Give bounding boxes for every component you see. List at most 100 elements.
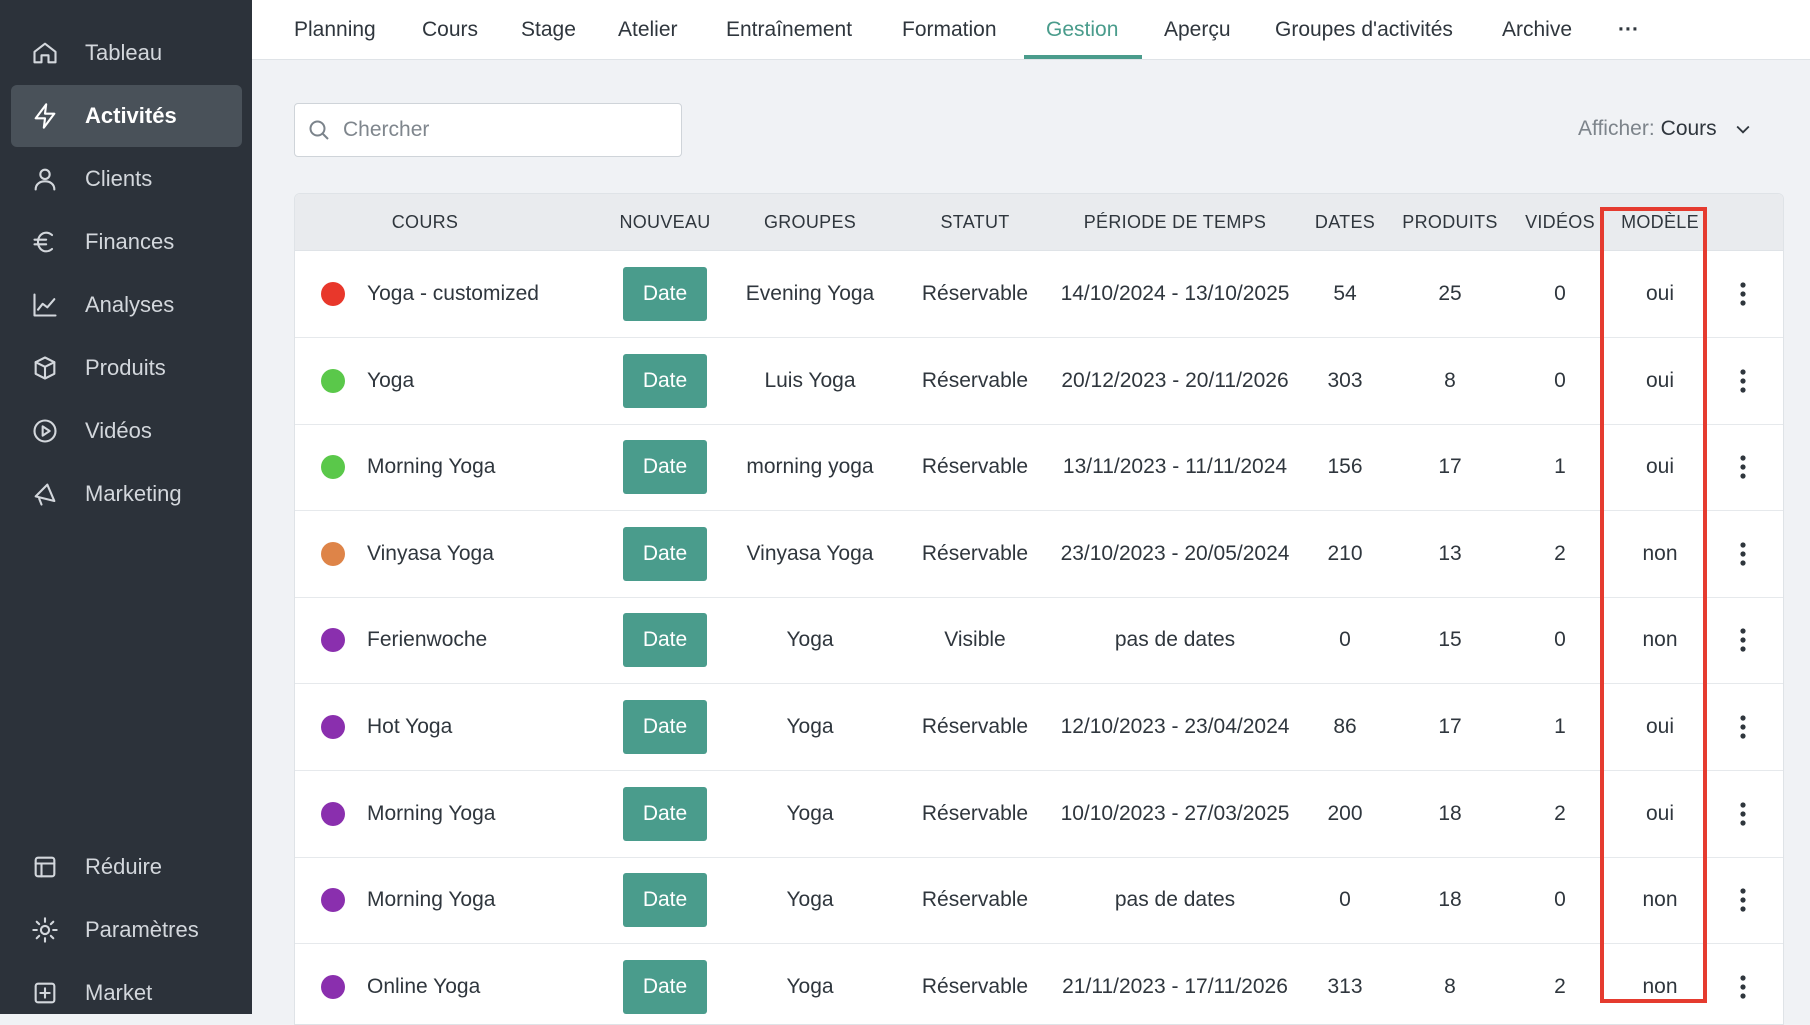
color-dot	[321, 974, 345, 999]
table-row[interactable]: Online Yoga Date Yoga Réservable 21/11/2023 …	[295, 944, 1783, 1024]
row-menu-kebab-icon[interactable]	[1729, 366, 1757, 396]
cell-groupes: Evening Yoga	[745, 282, 875, 305]
cell-videos: 1	[1554, 715, 1566, 738]
cell-statut: Réservable	[921, 888, 1029, 912]
sidebar-item-videos[interactable]: Vidéos	[11, 400, 242, 462]
header-modele[interactable]: MODÈLE	[1605, 194, 1715, 250]
cell-cours: Ferienwoche	[321, 597, 611, 683]
course-name[interactable]: Morning Yoga	[367, 802, 495, 826]
cell-cours: Yoga - customized	[321, 251, 611, 337]
sidebar-item-tableau[interactable]: Tableau	[11, 22, 242, 84]
search-box	[294, 103, 682, 157]
sidebar-item-analyses[interactable]: Analyses	[11, 274, 242, 336]
row-menu-kebab-icon[interactable]	[1729, 972, 1757, 1002]
sidebar-item-parametres[interactable]: Paramètres	[11, 899, 242, 961]
tab-planning[interactable]: Planning	[294, 0, 376, 59]
table-row[interactable]: Vinyasa Yoga Date Vinyasa Yoga Réservable 23…	[295, 511, 1783, 598]
table-row[interactable]: Morning Yoga Date Yoga Réservable 10/10/2023…	[295, 771, 1783, 858]
header-groupes[interactable]: GROUPES	[725, 194, 895, 250]
header-produits[interactable]: PRODUITS	[1395, 194, 1505, 250]
tab-entrainement[interactable]: Entraînement	[726, 0, 852, 59]
course-name[interactable]: Morning Yoga	[367, 888, 495, 912]
cell-statut: Réservable	[921, 974, 1029, 998]
row-menu-kebab-icon[interactable]	[1729, 625, 1757, 655]
new-date-button[interactable]: Date	[623, 526, 707, 581]
color-dot	[321, 368, 345, 393]
cell-produits: 15	[1438, 628, 1462, 652]
sidebar-item-clients[interactable]: Clients	[11, 148, 242, 210]
new-date-button[interactable]: Date	[623, 267, 707, 321]
course-name[interactable]: Online Yoga	[367, 975, 480, 999]
tab-apercu[interactable]: Aperçu	[1164, 0, 1231, 59]
cell-dates: 86	[1333, 715, 1357, 738]
header-dates[interactable]: DATES	[1295, 194, 1395, 250]
sidebar-item-produits[interactable]: Produits	[11, 337, 242, 399]
row-menu-kebab-icon[interactable]	[1729, 452, 1757, 482]
cell-dates: 303	[1327, 368, 1363, 392]
tab-formation[interactable]: Formation	[902, 0, 997, 59]
tab-stage[interactable]: Stage	[521, 0, 576, 59]
table-row[interactable]: Ferienwoche Date Yoga Visible pas de dates 0 1…	[295, 597, 1783, 685]
new-date-button[interactable]: Date	[623, 353, 707, 408]
color-dot	[321, 282, 345, 306]
header-statut[interactable]: STATUT	[895, 194, 1055, 250]
course-name[interactable]: Yoga - customized	[367, 282, 539, 306]
cell-groupes: Yoga	[786, 801, 834, 825]
course-name[interactable]: Hot Yoga	[367, 715, 452, 739]
cell-modele: non	[1642, 888, 1678, 912]
sidebar-item-market[interactable]: Market	[11, 962, 242, 1024]
sidebar-item-reduire[interactable]: Réduire	[11, 836, 242, 898]
new-date-button[interactable]: Date	[623, 440, 707, 495]
course-name[interactable]: Morning Yoga	[367, 455, 495, 479]
course-name[interactable]: Ferienwoche	[367, 628, 487, 652]
top-tab-bar: Planning Cours Stage Atelier Entraînemen…	[252, 0, 1810, 60]
cell-produits: 17	[1438, 715, 1462, 738]
header-cours[interactable]: COURS	[329, 194, 521, 250]
table-row[interactable]: Yoga Date Luis Yoga Réservable 20/12/2023 - …	[295, 338, 1783, 425]
tab-atelier[interactable]: Atelier	[618, 0, 678, 59]
row-menu-kebab-icon[interactable]	[1729, 885, 1757, 915]
row-menu-kebab-icon[interactable]	[1729, 539, 1757, 569]
new-date-button[interactable]: Date	[623, 873, 707, 928]
sidebar-item-activites[interactable]: Activités	[11, 85, 242, 147]
home-icon	[31, 39, 65, 67]
new-date-button[interactable]: Date	[623, 700, 707, 754]
sidebar-item-finances[interactable]: Finances	[11, 211, 242, 273]
header-periode[interactable]: PÉRIODE DE TEMPS	[1055, 194, 1295, 250]
row-menu-kebab-icon[interactable]	[1729, 799, 1757, 829]
search-input[interactable]	[341, 117, 665, 143]
tab-archive[interactable]: Archive	[1502, 0, 1572, 59]
cell-periode: 21/11/2023 - 17/11/2026	[1062, 974, 1288, 998]
new-date-button[interactable]: Date	[623, 959, 707, 1014]
course-name[interactable]: Yoga	[367, 369, 414, 393]
table-row[interactable]: Hot Yoga Date Yoga Réservable 12/10/2023 - 2…	[295, 684, 1783, 771]
course-name[interactable]: Vinyasa Yoga	[367, 542, 494, 566]
color-dot	[321, 801, 345, 826]
cell-dates: 313	[1327, 974, 1363, 998]
table-row[interactable]: Morning Yoga Date Yoga Réservable pas de dat…	[295, 857, 1783, 945]
row-menu-kebab-icon[interactable]	[1729, 279, 1757, 309]
tab-more[interactable]: ···	[1618, 0, 1639, 59]
header-videos[interactable]: VIDÉOS	[1505, 194, 1615, 250]
tab-gestion[interactable]: Gestion	[1046, 0, 1118, 59]
table-row[interactable]: Yoga - customized Date Evening Yoga Réserva…	[295, 251, 1783, 338]
tab-groupes-activites[interactable]: Groupes d'activités	[1275, 0, 1453, 59]
tab-cours[interactable]: Cours	[422, 0, 478, 59]
cell-periode: pas de dates	[1114, 888, 1236, 912]
table-row[interactable]: Morning Yoga Date morning yoga Réservable 13…	[295, 424, 1783, 512]
sidebar-item-label: Produits	[85, 355, 166, 380]
sidebar-item-marketing[interactable]: Marketing	[11, 463, 242, 525]
box-icon	[31, 354, 65, 382]
cell-videos: 2	[1554, 974, 1566, 998]
row-menu-kebab-icon[interactable]	[1729, 712, 1757, 742]
bolt-icon	[31, 102, 65, 130]
show-filter-dropdown[interactable]: Afficher: Cours	[1578, 113, 1753, 145]
color-dot	[321, 888, 345, 913]
new-date-button[interactable]: Date	[623, 786, 707, 841]
cell-statut: Réservable	[921, 455, 1029, 479]
sidebar-item-label: Réduire	[85, 854, 163, 879]
new-date-button[interactable]: Date	[623, 613, 707, 668]
cell-produits: 18	[1438, 801, 1462, 825]
cell-dates: 156	[1327, 455, 1363, 479]
cell-produits: 8	[1444, 974, 1456, 998]
